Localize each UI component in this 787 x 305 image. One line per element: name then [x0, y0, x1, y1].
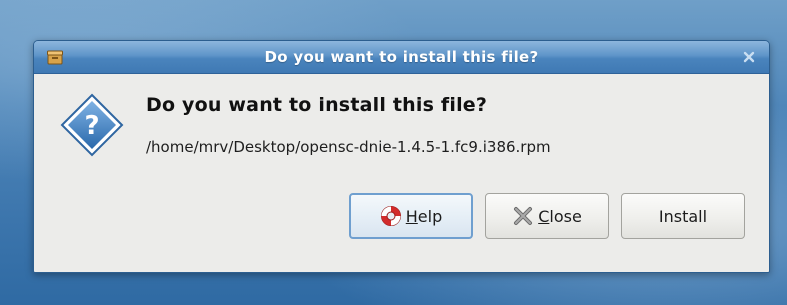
install-dialog-window: Do you want to install this file? ? Do y… [33, 40, 770, 273]
x-icon [512, 205, 534, 227]
lifebuoy-icon [380, 205, 402, 227]
close-icon[interactable] [739, 47, 759, 67]
help-button-label: Help [405, 206, 443, 226]
svg-text:?: ? [84, 111, 99, 141]
question-icon: ? [59, 92, 125, 158]
install-button[interactable]: Install [621, 193, 745, 239]
window-titlebar[interactable]: Do you want to install this file? [34, 41, 769, 74]
close-button-label: Close [538, 206, 582, 226]
install-button-label: Install [658, 206, 708, 226]
file-path: /home/mrv/Desktop/opensc-dnie-1.4.5-1.fc… [146, 138, 551, 156]
dialog-heading: Do you want to install this file? [146, 94, 488, 116]
dialog-content: ? Do you want to install this file? /hom… [34, 74, 769, 272]
window-title: Do you want to install this file? [264, 48, 539, 66]
close-button[interactable]: Close [485, 193, 609, 239]
help-button[interactable]: Help [349, 193, 473, 239]
